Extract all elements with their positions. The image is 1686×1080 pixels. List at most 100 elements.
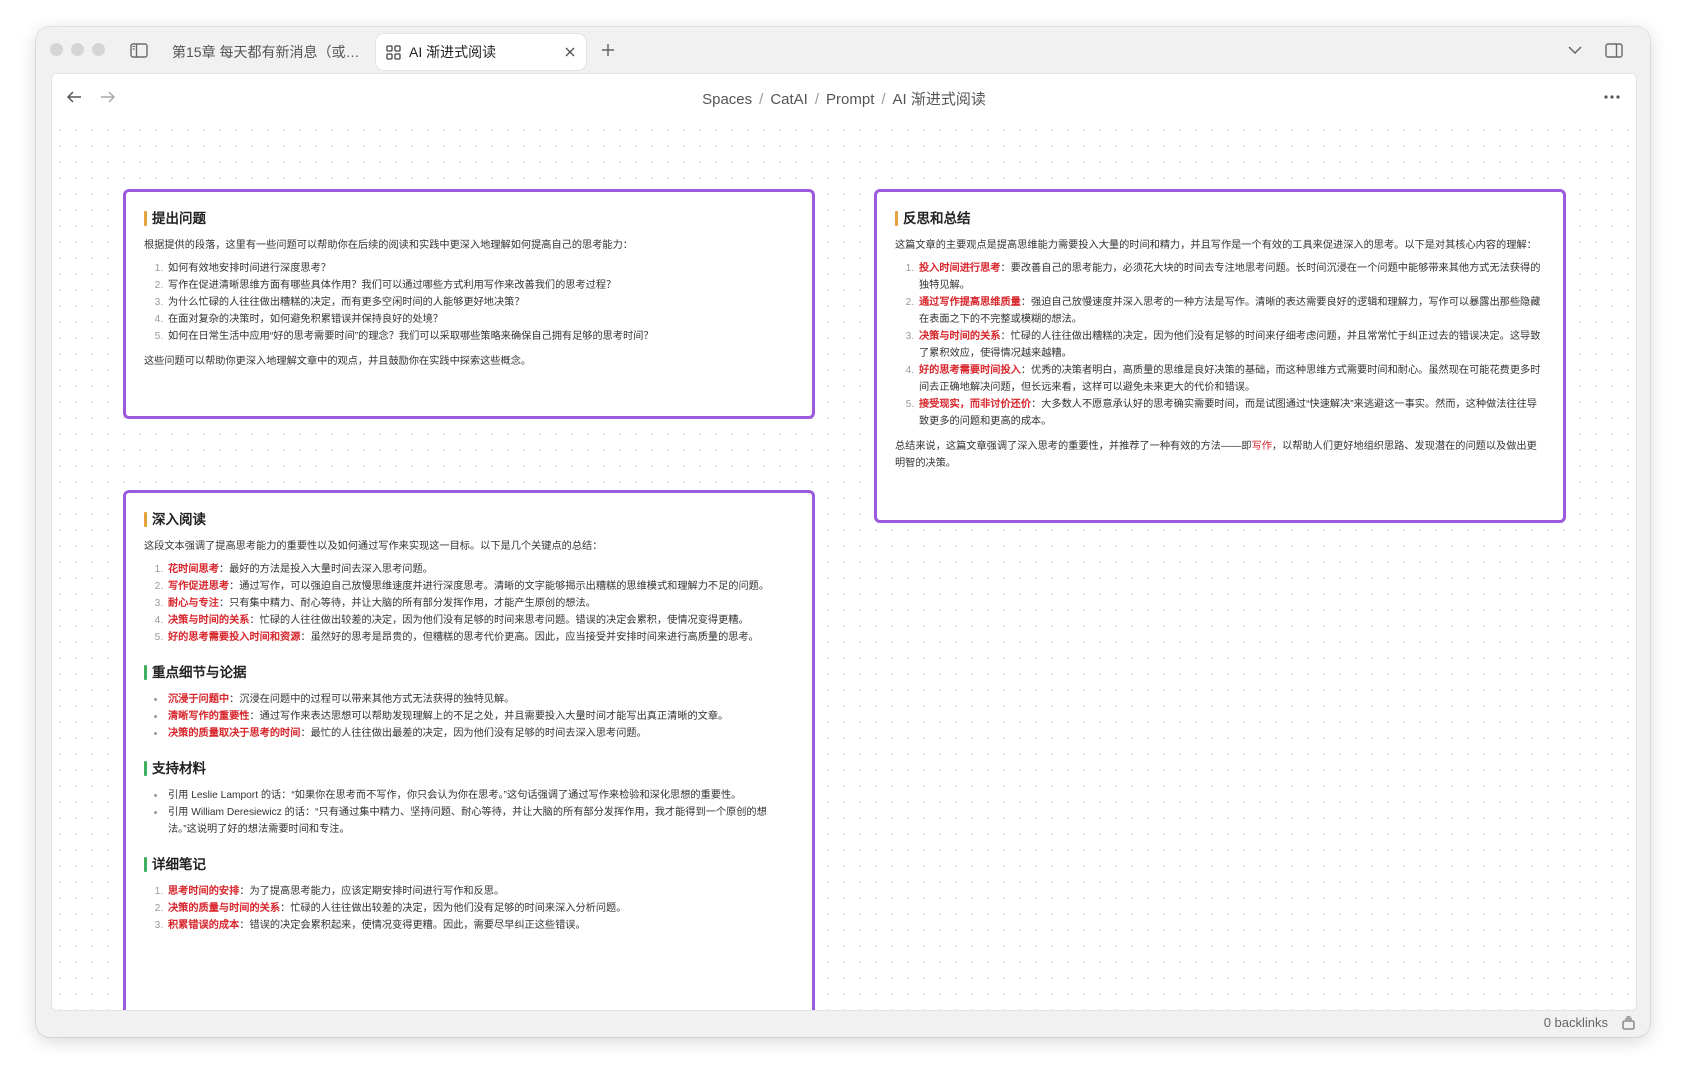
item-text: ：忙碌的人往往做出较差的决定，因为他们没有足够的时间来思考问题。错误的决定会累积… xyxy=(249,615,749,626)
breadcrumb-catai[interactable]: CatAI xyxy=(770,91,808,108)
tab-bar: 第15章 每天都有新消息（或… AI 渐进式阅读 xyxy=(36,27,1650,75)
list-item: 好的思考需要投入时间和资源：虽然好的思考是昂贵的，但糟糕的思考代价更高。因此，应… xyxy=(166,629,794,646)
breadcrumb-spaces[interactable]: Spaces xyxy=(702,91,752,108)
item-text: ：只有集中精力、耐心等待，并让大脑的所有部分发挥作用，才能产生原创的想法。 xyxy=(218,598,596,609)
card-intro: 这篇文章的主要观点是提高思维能力需要投入大量的时间和精力，并且写作是一个有效的工… xyxy=(895,240,1537,251)
list-item: 通过写作提高思维质量：强迫自己放慢速度并深入思考的一种方法是写作。清晰的表达需要… xyxy=(917,294,1545,328)
section-title-details: 重点细节与论据 xyxy=(144,664,794,681)
right-sidebar-toggle-icon[interactable] xyxy=(1604,40,1624,60)
item-key: 积累错误的成本 xyxy=(168,920,240,931)
details-list: 沉浸于问题中：沉浸在问题中的过程可以带来其他方式无法获得的独特见解。 清晰写作的… xyxy=(144,691,794,742)
card-outro: 这些问题可以帮助你更深入地理解文章中的观点，并且鼓励你在实践中探索这些概念。 xyxy=(144,356,532,367)
card-intro: 根据提供的段落，这里有一些问题可以帮助你在后续的阅读和实践中更深入地理解如何提高… xyxy=(144,240,633,251)
layers-icon[interactable] xyxy=(1620,1015,1636,1031)
list-item: 沉浸于问题中：沉浸在问题中的过程可以带来其他方式无法获得的独特见解。 xyxy=(166,691,794,708)
item-key: 思考时间的安排 xyxy=(168,886,240,897)
item-key: 好的思考需要时间投入 xyxy=(919,365,1021,376)
window-minimize-dot[interactable] xyxy=(71,43,84,56)
card-title: 反思和总结 xyxy=(895,210,1545,227)
tab-chapter-15[interactable]: 第15章 每天都有新消息（或… xyxy=(160,34,368,70)
list-item: 写作促进思考：通过写作，可以强迫自己放慢思维速度并进行深度思考。清晰的文字能够揭… xyxy=(166,578,794,595)
list-item: 耐心与专注：只有集中精力、耐心等待，并让大脑的所有部分发挥作用，才能产生原创的想… xyxy=(166,595,794,612)
list-item: 如何在日常生活中应用“好的思考需要时间”的理念？我们可以采取哪些策略来确保自己拥… xyxy=(166,328,794,345)
list-item: 接受现实，而非讨价还价：大多数人不愿意承认好的思考确实需要时间，而是试图通过“快… xyxy=(917,396,1545,430)
item-text: ：虽然好的思考是昂贵的，但糟糕的思考代价更高。因此，应当接受并安排时间来进行高质… xyxy=(300,632,759,643)
notes-list: 思考时间的安排：为了提高思考能力，应该定期安排时间进行写作和反思。 决策的质量与… xyxy=(144,883,794,934)
support-list: 引用 Leslie Lamport 的话：“如果你在思考而不写作，你只会认为你在… xyxy=(144,787,794,838)
app-window: 第15章 每天都有新消息（或… AI 渐进式阅读 Spaces / CatAI … xyxy=(36,27,1650,1037)
list-item: 花时间思考：最好的方法是投入大量时间去深入思考问题。 xyxy=(166,561,794,578)
tab-label: AI 渐进式阅读 xyxy=(409,44,497,60)
item-key: 好的思考需要投入时间和资源 xyxy=(168,632,301,643)
grid-icon xyxy=(386,44,401,60)
list-item: 决策的质量取决于思考的时间：最忙的人往往做出最差的决定，因为他们没有足够的时间去… xyxy=(166,725,794,742)
item-key: 沉浸于问题中 xyxy=(168,694,230,705)
item-key: 决策与时间的关系 xyxy=(919,331,1001,342)
card-intro: 这段文本强调了提高思考能力的重要性以及如何通过写作来实现这一目标。以下是几个关键… xyxy=(144,541,603,552)
list-item: 好的思考需要时间投入：优秀的决策者明白，高质量的思维是良好决策的基础，而这种思维… xyxy=(917,362,1545,396)
item-text: ：通过写作来表达思想可以帮助发现理解上的不足之处，并且需要投入大量时间才能写出真… xyxy=(249,711,729,722)
item-text: ：为了提高思考能力，应该定期安排时间进行写作和反思。 xyxy=(239,886,505,897)
list-item: 引用 William Deresiewicz 的话：“只有通过集中精力、坚持问题… xyxy=(166,804,794,838)
list-item: 引用 Leslie Lamport 的话：“如果你在思考而不写作，你只会认为你在… xyxy=(166,787,794,804)
list-item: 决策与时间的关系：忙碌的人往往做出较差的决定，因为他们没有足够的时间来思考问题。… xyxy=(166,612,794,629)
item-text: ：错误的决定会累积起来，使情况变得更糟。因此，需要尽早纠正这些错误。 xyxy=(239,920,586,931)
window-close-dot[interactable] xyxy=(50,43,63,56)
item-text: ：沉浸在问题中的过程可以带来其他方式无法获得的独特见解。 xyxy=(229,694,515,705)
list-item: 为什么忙碌的人往往做出糟糕的决定，而有更多空闲时间的人能够更好地决策？ xyxy=(166,294,794,311)
section-title-notes: 详细笔记 xyxy=(144,856,794,873)
item-key: 通过写作提高思维质量 xyxy=(919,297,1021,308)
list-item: 如何有效地安排时间进行深度思考？ xyxy=(166,260,794,277)
card-title: 深入阅读 xyxy=(144,511,794,528)
item-key: 决策的质量取决于思考的时间 xyxy=(168,728,301,739)
item-text: ：要改善自己的思考能力，必须花大块的时间去专注地思考问题。长时间沉浸在一个问题中… xyxy=(919,263,1541,291)
section-title-support: 支持材料 xyxy=(144,760,794,777)
tab-label: 第15章 每天都有新消息（或… xyxy=(172,44,360,60)
window-zoom-dot[interactable] xyxy=(92,43,105,56)
card-deep-reading[interactable]: 深入阅读 这段文本强调了提高思考能力的重要性以及如何通过写作来实现这一目标。以下… xyxy=(123,490,815,1010)
breadcrumb-current[interactable]: AI 渐进式阅读 xyxy=(893,91,986,108)
chevron-down-icon[interactable] xyxy=(1566,41,1584,59)
status-bar: 0 backlinks xyxy=(36,1009,1650,1037)
tab-ai-reading[interactable]: AI 渐进式阅读 xyxy=(376,34,586,70)
list-item: 决策的质量与时间的关系：忙碌的人往往做出较差的决定，因为他们没有足够的时间来深入… xyxy=(166,900,794,917)
item-key: 决策与时间的关系 xyxy=(168,615,250,626)
card-outro: 总结来说，这篇文章强调了深入思考的重要性，并推荐了一种有效的方法——即写作，以帮… xyxy=(895,438,1545,472)
item-key: 投入时间进行思考 xyxy=(919,263,1001,274)
item-key: 清晰写作的重要性 xyxy=(168,711,250,722)
item-key: 写作促进思考 xyxy=(168,581,230,592)
card-reflection[interactable]: 反思和总结 这篇文章的主要观点是提高思维能力需要投入大量的时间和精力，并且写作是… xyxy=(874,189,1566,523)
close-icon[interactable] xyxy=(564,46,576,58)
item-text: ：忙碌的人往往做出较差的决定，因为他们没有足够的时间来深入分析问题。 xyxy=(280,903,627,914)
item-key: 接受现实，而非讨价还价 xyxy=(919,399,1032,410)
more-options-icon[interactable] xyxy=(1602,88,1622,106)
list-item: 决策与时间的关系：忙碌的人往往做出糟糕的决定，因为他们没有足够的时间来仔细考虑问… xyxy=(917,328,1545,362)
list-item: 积累错误的成本：错误的决定会累积起来，使情况变得更糟。因此，需要尽早纠正这些错误… xyxy=(166,917,794,934)
outro-text: 总结来说，这篇文章强调了深入思考的重要性，并推荐了一种有效的方法——即 xyxy=(895,441,1252,452)
new-tab-plus-icon[interactable] xyxy=(598,40,618,60)
list-item: 在面对复杂的决策时，如何避免积累错误并保持良好的处境？ xyxy=(166,311,794,328)
reflection-list: 投入时间进行思考：要改善自己的思考能力，必须花大块的时间去专注地思考问题。长时间… xyxy=(895,260,1545,430)
breadcrumb-prompt[interactable]: Prompt xyxy=(826,91,874,108)
backlinks-count[interactable]: 0 backlinks xyxy=(1544,1015,1608,1030)
card-questions[interactable]: 提出问题 根据提供的段落，这里有一些问题可以帮助你在后续的阅读和实践中更深入地理… xyxy=(123,189,815,419)
page-content: Spaces / CatAI / Prompt / AI 渐进式阅读 提出问题 根据提供的段… xyxy=(51,73,1637,1011)
sidebar-toggle-icon[interactable] xyxy=(128,39,150,61)
deep-list: 花时间思考：最好的方法是投入大量时间去深入思考问题。 写作促进思考：通过写作，可… xyxy=(144,561,794,646)
item-key: 花时间思考 xyxy=(168,564,219,575)
item-text: ：忙碌的人往往做出糟糕的决定，因为他们没有足够的时间来仔细考虑问题，并且常常忙于… xyxy=(919,331,1541,359)
item-text: ：通过写作，可以强迫自己放慢思维速度并进行深度思考。清晰的文字能够揭示出糟糕的思… xyxy=(229,581,770,592)
item-key: 决策的质量与时间的关系 xyxy=(168,903,281,914)
list-item: 清晰写作的重要性：通过写作来表达思想可以帮助发现理解上的不足之处，并且需要投入大… xyxy=(166,708,794,725)
item-text: ：最忙的人往往做出最差的决定，因为他们没有足够的时间去深入思考问题。 xyxy=(300,728,647,739)
breadcrumb: Spaces / CatAI / Prompt / AI 渐进式阅读 xyxy=(702,91,986,108)
outro-highlight: 写作 xyxy=(1251,441,1272,452)
list-item: 写作在促进清晰思维方面有哪些具体作用？我们可以通过哪些方式利用写作来改善我们的思… xyxy=(166,277,794,294)
nav-bar: Spaces / CatAI / Prompt / AI 渐进式阅读 xyxy=(52,74,1636,120)
item-key: 耐心与专注 xyxy=(168,598,219,609)
question-list: 如何有效地安排时间进行深度思考？ 写作在促进清晰思维方面有哪些具体作用？我们可以… xyxy=(144,260,794,345)
card-title: 提出问题 xyxy=(144,210,794,227)
list-item: 思考时间的安排：为了提高思考能力，应该定期安排时间进行写作和反思。 xyxy=(166,883,794,900)
item-text: ：最好的方法是投入大量时间去深入思考问题。 xyxy=(218,564,433,575)
list-item: 投入时间进行思考：要改善自己的思考能力，必须花大块的时间去专注地思考问题。长时间… xyxy=(917,260,1545,294)
